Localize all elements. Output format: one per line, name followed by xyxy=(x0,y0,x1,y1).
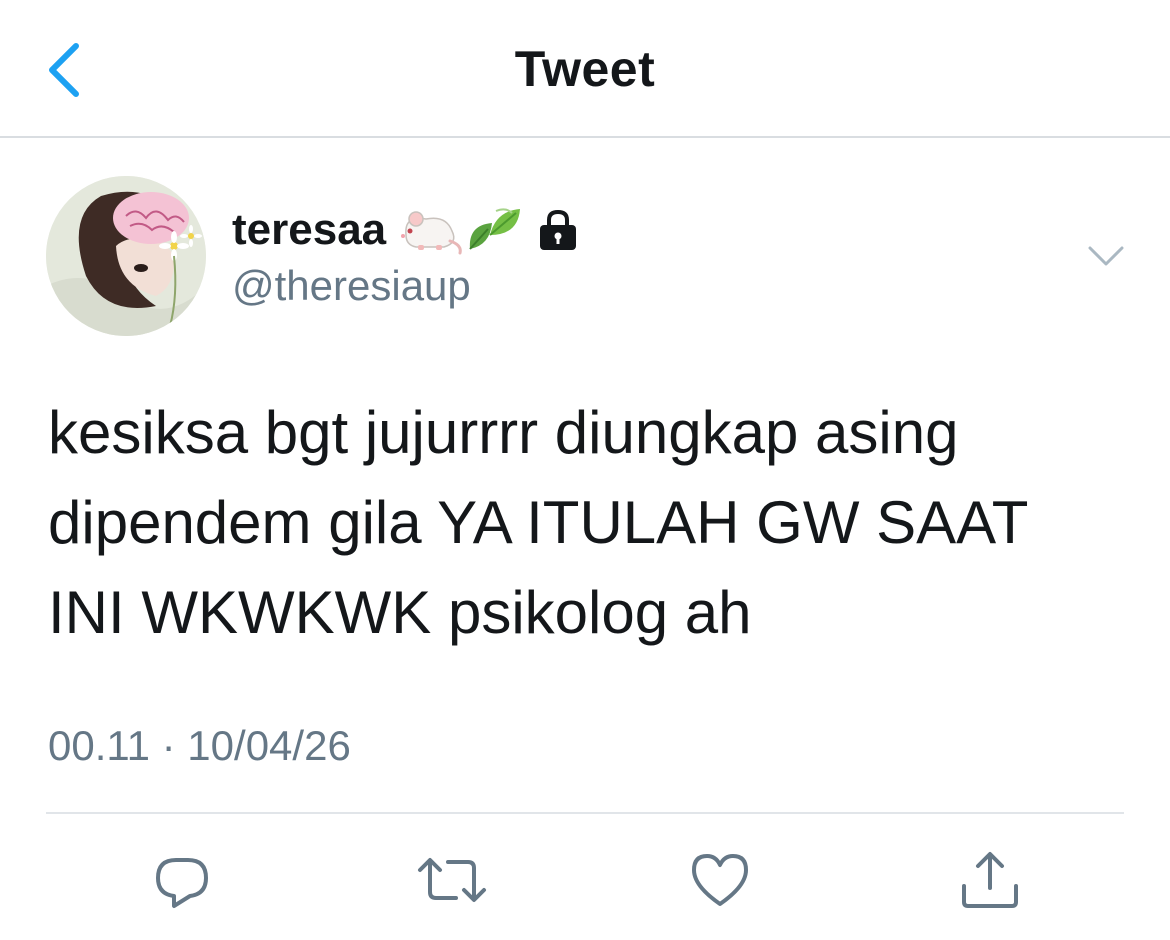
author-name-row[interactable]: teresaa xyxy=(232,200,580,260)
reply-button[interactable] xyxy=(150,848,214,912)
reply-icon xyxy=(156,858,208,908)
avatar-image xyxy=(46,176,206,336)
top-nav-bar: Tweet xyxy=(0,0,1170,138)
display-name: teresaa xyxy=(232,205,387,254)
share-icon xyxy=(962,852,1018,908)
more-options-button[interactable] xyxy=(1086,240,1126,270)
leaf-emoji xyxy=(466,205,524,255)
like-button[interactable] xyxy=(688,848,752,912)
retweet-button[interactable] xyxy=(416,848,486,912)
rat-emoji xyxy=(400,205,462,255)
page-title: Tweet xyxy=(514,41,656,97)
lock-icon xyxy=(536,208,580,252)
heart-icon xyxy=(692,854,748,906)
chevron-down-icon xyxy=(1088,246,1124,266)
share-button[interactable] xyxy=(958,848,1022,912)
divider xyxy=(46,812,1124,814)
author-handle[interactable]: @theresiaup xyxy=(232,262,471,310)
retweet-icon xyxy=(418,858,486,902)
tweet-text: kesiksa bgt jujurrrr diungkap asing dipe… xyxy=(48,399,1029,646)
tweet-timestamp[interactable]: 00.11 · 10/04/26 xyxy=(48,722,351,770)
avatar[interactable] xyxy=(46,176,206,336)
